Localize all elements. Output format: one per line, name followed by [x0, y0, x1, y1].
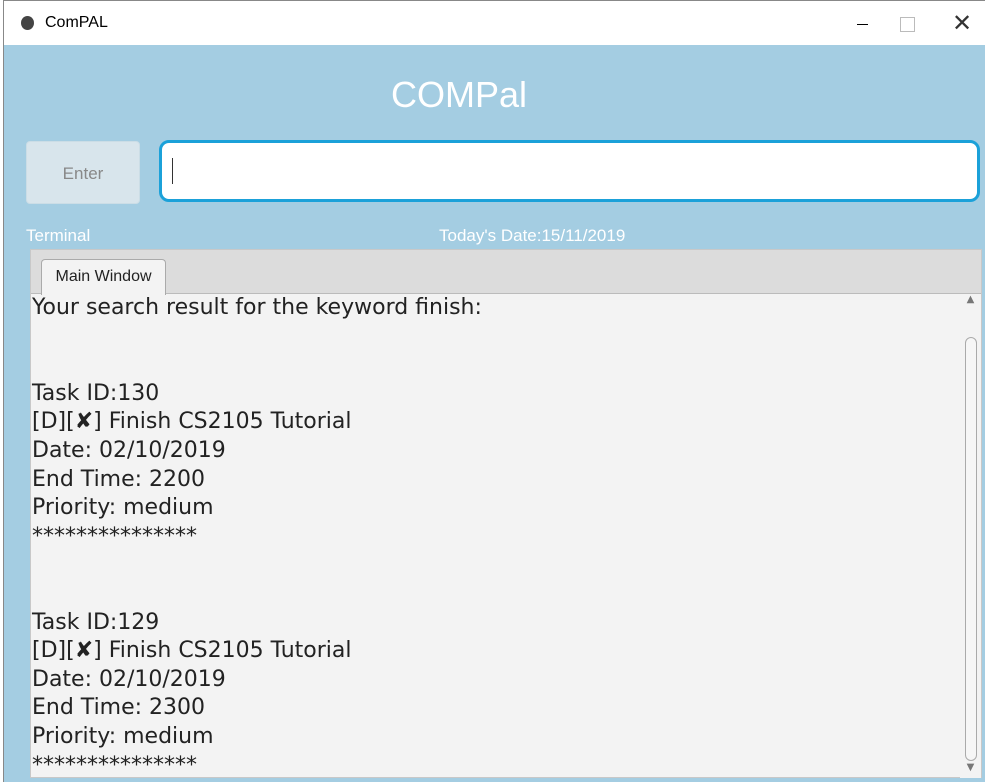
output-line: [D][✘] Finish CS2105 Tutorial	[32, 409, 352, 435]
output-line: End Time: 2300	[32, 695, 206, 721]
close-button[interactable]: ✕	[939, 1, 985, 46]
output-line: Date: 02/10/2019	[32, 437, 226, 463]
maximize-button[interactable]	[884, 1, 930, 46]
output-line: Date: 02/10/2019	[32, 666, 226, 692]
output-line: ***************	[32, 752, 197, 778]
output-area: Your search result for the keyword finis…	[31, 294, 961, 778]
minimize-button[interactable]	[839, 1, 885, 46]
text-caret	[172, 158, 173, 184]
tab-header: Main Window	[31, 250, 981, 295]
enter-button[interactable]: Enter	[26, 141, 140, 204]
output-line: Priority: medium	[32, 495, 214, 521]
date-label: Today's Date:15/11/2019	[439, 226, 626, 245]
tab-pane: Main Window Your search result for the k…	[30, 249, 982, 778]
tab-main-window[interactable]: Main Window	[41, 259, 166, 295]
output-line: Task ID:129	[32, 609, 160, 635]
output-line: [D][✘] Finish CS2105 Tutorial	[32, 638, 352, 664]
app-icon	[21, 16, 34, 30]
app-heading: COMPal	[390, 74, 528, 115]
terminal-label: Terminal	[26, 226, 91, 245]
command-input[interactable]	[159, 140, 980, 202]
title-bar: ComPAL ✕	[4, 0, 985, 45]
output-line: End Time: 2200	[32, 466, 206, 492]
output-line: ***************	[32, 523, 197, 549]
scrollbar-thumb[interactable]	[965, 337, 977, 761]
window-title: ComPAL	[45, 14, 108, 31]
output-line: Task ID:130	[32, 380, 160, 406]
scroll-down-icon[interactable]: ▼	[960, 762, 981, 778]
vertical-scrollbar[interactable]: ▲ ▼	[960, 294, 981, 778]
app-window: ComPAL ✕ COMPal Enter Terminal Today's D…	[3, 0, 985, 782]
scroll-up-icon[interactable]: ▲	[960, 294, 981, 310]
output-line: Priority: medium	[32, 723, 214, 749]
output-line: Your search result for the keyword finis…	[32, 295, 482, 320]
